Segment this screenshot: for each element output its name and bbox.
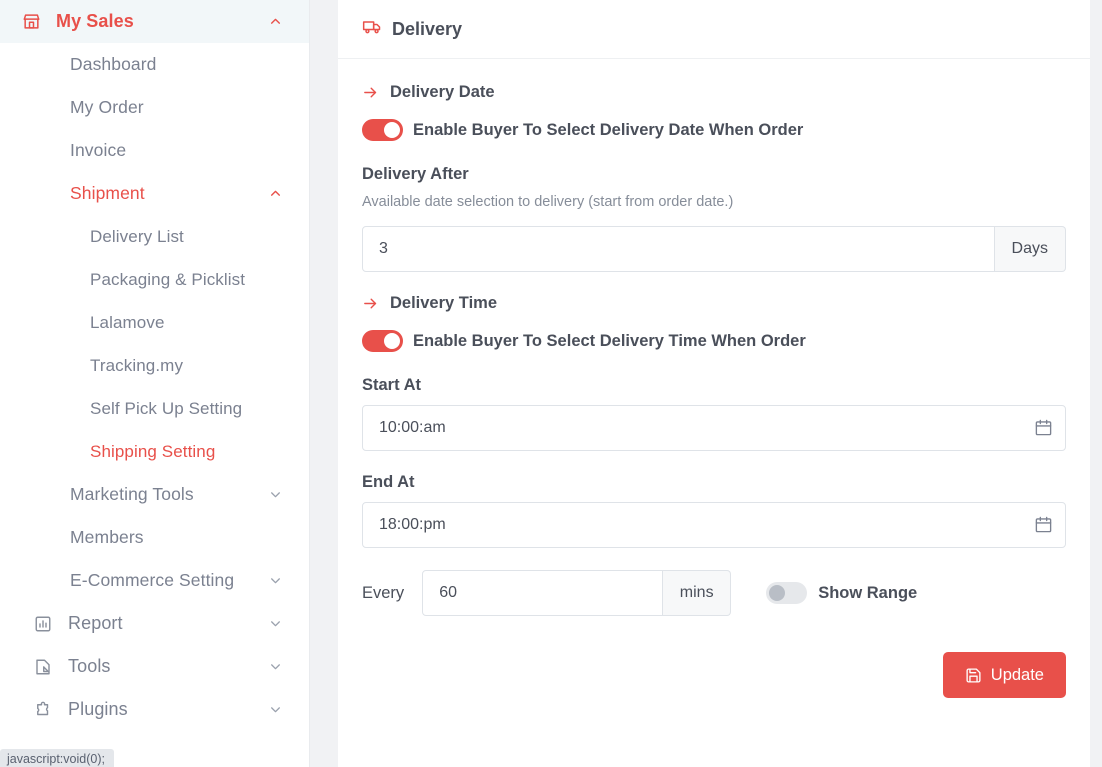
- show-range-toggle[interactable]: [766, 582, 808, 604]
- sidebar-item-label: Shipment: [70, 183, 145, 203]
- sidebar-item-label: Report: [68, 613, 123, 633]
- start-at-input[interactable]: [362, 405, 1066, 451]
- sidebar-item-tools[interactable]: Tools: [0, 645, 309, 688]
- start-at-field: [362, 405, 1066, 451]
- panel-footer: Update: [362, 652, 1066, 698]
- chevron-down-icon[interactable]: [267, 702, 283, 718]
- content-area: Delivery Delivery Date Enable Buyer To S…: [338, 0, 1102, 767]
- sidebar-item-label: Lalamove: [90, 312, 165, 332]
- browser-status-bar: javascript:void(0);: [0, 749, 114, 767]
- app-root: My Sales Dashboard My Order Invoice Ship…: [0, 0, 1102, 767]
- section-header-delivery-time: Delivery Time: [362, 294, 1066, 313]
- delivery-after-days-input[interactable]: [362, 226, 995, 272]
- arrow-right-icon: [362, 295, 379, 312]
- sidebar-item-label: Tools: [68, 656, 111, 676]
- sidebar-item-shipment[interactable]: Shipment: [0, 172, 309, 215]
- sidebar-item-label: E-Commerce Setting: [70, 570, 235, 590]
- every-label: Every: [362, 583, 405, 602]
- sidebar-item-marketing-tools[interactable]: Marketing Tools: [0, 473, 309, 516]
- sidebar: My Sales Dashboard My Order Invoice Ship…: [0, 0, 310, 767]
- truck-icon: [362, 17, 382, 42]
- enable-delivery-date-label: Enable Buyer To Select Delivery Date Whe…: [413, 120, 804, 139]
- section-title: Delivery Date: [390, 83, 495, 101]
- sidebar-item-label: Tracking.my: [90, 355, 184, 375]
- end-at-label: End At: [362, 473, 415, 491]
- end-at-field: [362, 502, 1066, 548]
- sidebar-item-delivery-list[interactable]: Delivery List: [0, 215, 309, 258]
- sidebar-item-label: Shipping Setting: [90, 441, 216, 461]
- toggle-knob: [384, 122, 400, 138]
- sidebar-item-label: Packaging & Picklist: [90, 269, 246, 289]
- mins-unit-addon: mins: [663, 570, 732, 616]
- save-icon: [965, 667, 982, 684]
- chevron-up-icon[interactable]: [267, 186, 283, 202]
- bar-chart-icon: [34, 615, 60, 633]
- delivery-after-label: Delivery After: [362, 165, 469, 183]
- enable-delivery-date-toggle[interactable]: [362, 119, 403, 141]
- page-title: Delivery: [392, 18, 463, 39]
- sidebar-item-self-pick-up-setting[interactable]: Self Pick Up Setting: [0, 387, 309, 430]
- sidebar-item-packaging-picklist[interactable]: Packaging & Picklist: [0, 258, 309, 301]
- start-at-label: Start At: [362, 376, 421, 394]
- sidebar-item-my-sales[interactable]: My Sales: [0, 0, 309, 43]
- toggle-knob: [769, 585, 786, 601]
- sidebar-item-tracking-my[interactable]: Tracking.my: [0, 344, 309, 387]
- enable-delivery-time-toggle[interactable]: [362, 330, 403, 352]
- delivery-settings-panel: Delivery Delivery Date Enable Buyer To S…: [338, 0, 1090, 767]
- sidebar-item-e-commerce-setting[interactable]: E-Commerce Setting: [0, 559, 309, 602]
- sidebar-item-members[interactable]: Members: [0, 516, 309, 559]
- delivery-after-hint: Available date selection to delivery (st…: [362, 194, 734, 210]
- show-range-group: Show Range: [766, 582, 917, 604]
- sidebar-item-lalamove[interactable]: Lalamove: [0, 301, 309, 344]
- sidebar-item-label: Plugins: [68, 699, 128, 719]
- sidebar-item-label: Invoice: [70, 140, 127, 160]
- delivery-after-input-group: Days: [362, 226, 1066, 272]
- sidebar-item-my-order[interactable]: My Order: [0, 86, 309, 129]
- layout-gutter: [310, 0, 338, 767]
- sidebar-item-label: Members: [70, 527, 144, 547]
- sidebar-item-label: Delivery List: [90, 226, 184, 246]
- chevron-down-icon[interactable]: [267, 487, 283, 503]
- update-button[interactable]: Update: [942, 652, 1066, 698]
- chevron-down-icon[interactable]: [267, 659, 283, 675]
- interval-row: Every mins Show Range: [362, 570, 1066, 616]
- tools-icon: [34, 658, 60, 676]
- sidebar-item-label: Dashboard: [70, 54, 157, 74]
- sidebar-item-shipping-setting[interactable]: Shipping Setting: [0, 430, 309, 473]
- sidebar-item-label: My Order: [70, 97, 144, 117]
- delivery-date-toggle-row: Enable Buyer To Select Delivery Date Whe…: [362, 119, 1066, 141]
- end-at-input[interactable]: [362, 502, 1066, 548]
- section-header-delivery-date: Delivery Date: [362, 83, 1066, 102]
- arrow-right-icon: [362, 84, 379, 101]
- sidebar-item-invoice[interactable]: Invoice: [0, 129, 309, 172]
- delivery-time-toggle-row: Enable Buyer To Select Delivery Time Whe…: [362, 330, 1066, 352]
- sidebar-item-label: My Sales: [56, 11, 134, 31]
- enable-delivery-time-label: Enable Buyer To Select Delivery Time Whe…: [413, 331, 806, 350]
- section-title: Delivery Time: [390, 294, 498, 312]
- sidebar-item-report[interactable]: Report: [0, 602, 309, 645]
- sidebar-item-label: Marketing Tools: [70, 484, 194, 504]
- sidebar-item-label: Self Pick Up Setting: [90, 398, 243, 418]
- panel-header: Delivery: [338, 0, 1090, 59]
- shop-icon: [22, 12, 48, 31]
- chevron-down-icon[interactable]: [267, 616, 283, 632]
- sidebar-item-dashboard[interactable]: Dashboard: [0, 43, 309, 86]
- days-unit-addon: Days: [994, 226, 1066, 272]
- chevron-down-icon[interactable]: [267, 573, 283, 589]
- puzzle-icon: [34, 701, 60, 719]
- toggle-knob: [384, 333, 400, 349]
- panel-body: Delivery Date Enable Buyer To Select Del…: [338, 59, 1090, 722]
- show-range-label: Show Range: [818, 583, 918, 602]
- update-button-label: Update: [990, 665, 1044, 684]
- sidebar-item-plugins[interactable]: Plugins: [0, 688, 309, 731]
- every-input-group: mins: [422, 570, 732, 616]
- chevron-up-icon[interactable]: [267, 14, 283, 30]
- every-minutes-input[interactable]: [422, 570, 664, 616]
